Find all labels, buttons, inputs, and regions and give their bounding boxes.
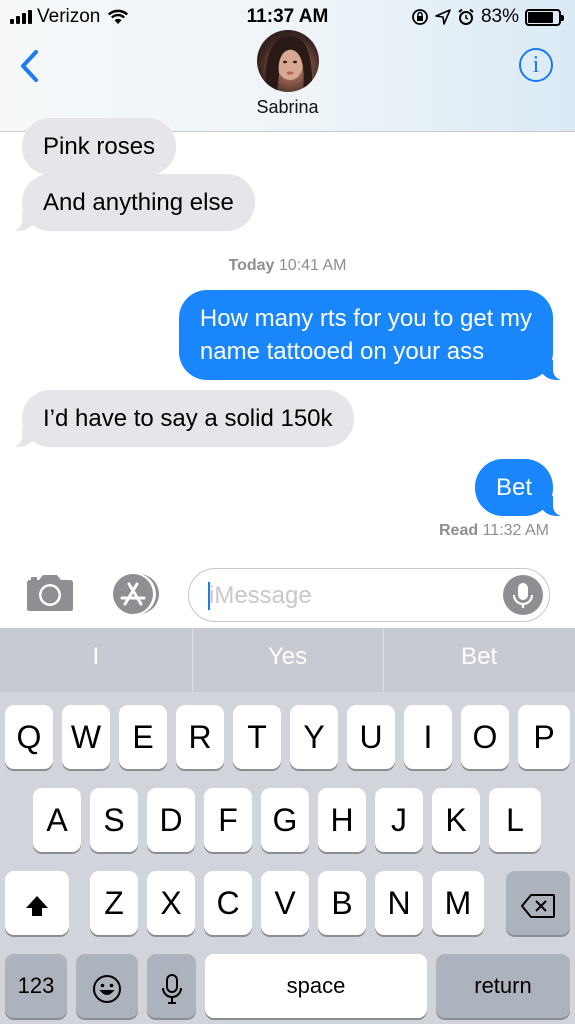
avatar-photo	[265, 36, 313, 92]
battery-percent: 83%	[480, 6, 519, 27]
timestamp-time: 10:41 AM	[278, 257, 347, 274]
emoji-icon	[93, 974, 121, 1003]
key-b[interactable]: B	[318, 871, 366, 935]
camera-button[interactable]	[24, 573, 76, 613]
key-l[interactable]: L	[489, 788, 541, 852]
keyboard: I Yes Bet Q W E R T Y U I O P A S D F G …	[0, 628, 575, 1024]
app-store-icon	[113, 573, 159, 615]
alarm-icon	[458, 8, 474, 25]
message-input[interactable]	[209, 579, 479, 613]
key-f[interactable]: F	[204, 788, 252, 852]
message-incoming[interactable]: And anything else	[12, 174, 255, 231]
chevron-left-icon	[21, 50, 38, 82]
key-s[interactable]: S	[90, 788, 138, 852]
battery-fill	[528, 11, 553, 23]
key-u[interactable]: U	[347, 705, 395, 769]
location-icon	[435, 9, 451, 25]
app-store-button[interactable]	[107, 572, 161, 616]
message-outgoing[interactable]: How many rts for you to get my name tatt…	[178, 290, 564, 380]
key-c[interactable]: C	[204, 871, 252, 935]
key-o[interactable]: O	[461, 705, 509, 769]
dictation-key[interactable]	[147, 954, 196, 1018]
key-k[interactable]: K	[432, 788, 480, 852]
status-bar: Verizon 11:37 AM 83%	[0, 0, 575, 34]
key-m[interactable]: M	[432, 871, 484, 935]
timestamp-day: Today	[228, 257, 275, 274]
key-d[interactable]: D	[147, 788, 195, 852]
conversation-timestamp: Today 10:41 AM	[0, 257, 575, 275]
key-z[interactable]: Z	[90, 871, 138, 935]
prediction-suggestion[interactable]: Bet	[383, 628, 575, 692]
message-input-field[interactable]	[188, 568, 550, 622]
key-h[interactable]: H	[318, 788, 366, 852]
message-incoming[interactable]: Pink roses	[22, 118, 177, 175]
prediction-suggestion[interactable]: Yes	[191, 628, 384, 692]
key-q[interactable]: Q	[5, 705, 53, 769]
message-outgoing[interactable]: Bet	[474, 459, 564, 516]
space-key[interactable]: space	[205, 954, 427, 1018]
contact-name[interactable]: Sabrina	[0, 97, 575, 118]
key-w[interactable]: W	[62, 705, 110, 769]
microphone-icon	[512, 583, 534, 608]
key-g[interactable]: G	[261, 788, 309, 852]
key-y[interactable]: Y	[290, 705, 338, 769]
message-incoming[interactable]: I’d have to say a solid 150k	[12, 390, 354, 447]
delete-key[interactable]	[506, 871, 570, 935]
read-label: Read	[439, 522, 479, 539]
key-p[interactable]: P	[518, 705, 570, 769]
battery-icon	[525, 8, 564, 26]
return-key[interactable]: return	[436, 954, 570, 1018]
conversation-header: Verizon 11:37 AM 83% Sabrina i	[0, 0, 575, 132]
dictation-button[interactable]	[503, 575, 543, 615]
key-e[interactable]: E	[119, 705, 167, 769]
info-button[interactable]: i	[519, 48, 553, 82]
microphone-icon	[161, 973, 182, 1004]
prediction-suggestion[interactable]: I	[0, 628, 192, 692]
predictive-bar: I Yes Bet	[0, 628, 575, 692]
key-a[interactable]: A	[33, 788, 81, 852]
shift-icon	[26, 895, 48, 916]
key-r[interactable]: R	[176, 705, 224, 769]
key-v[interactable]: V	[261, 871, 309, 935]
read-receipt: Read 11:32 AM	[439, 522, 549, 540]
key-j[interactable]: J	[375, 788, 423, 852]
contact-avatar[interactable]	[257, 30, 319, 92]
info-icon: i	[532, 52, 540, 78]
rotation-lock-icon	[412, 9, 428, 25]
status-icons: 83%	[411, 6, 564, 28]
read-time: 11:32 AM	[482, 522, 549, 539]
backspace-icon	[521, 893, 555, 918]
back-button[interactable]	[16, 48, 46, 84]
emoji-key[interactable]	[76, 954, 138, 1018]
camera-icon	[27, 575, 73, 611]
shift-key[interactable]	[5, 871, 69, 935]
key-t[interactable]: T	[233, 705, 281, 769]
key-x[interactable]: X	[147, 871, 195, 935]
key-i[interactable]: I	[404, 705, 452, 769]
numbers-key[interactable]: 123	[5, 954, 67, 1018]
key-n[interactable]: N	[375, 871, 423, 935]
